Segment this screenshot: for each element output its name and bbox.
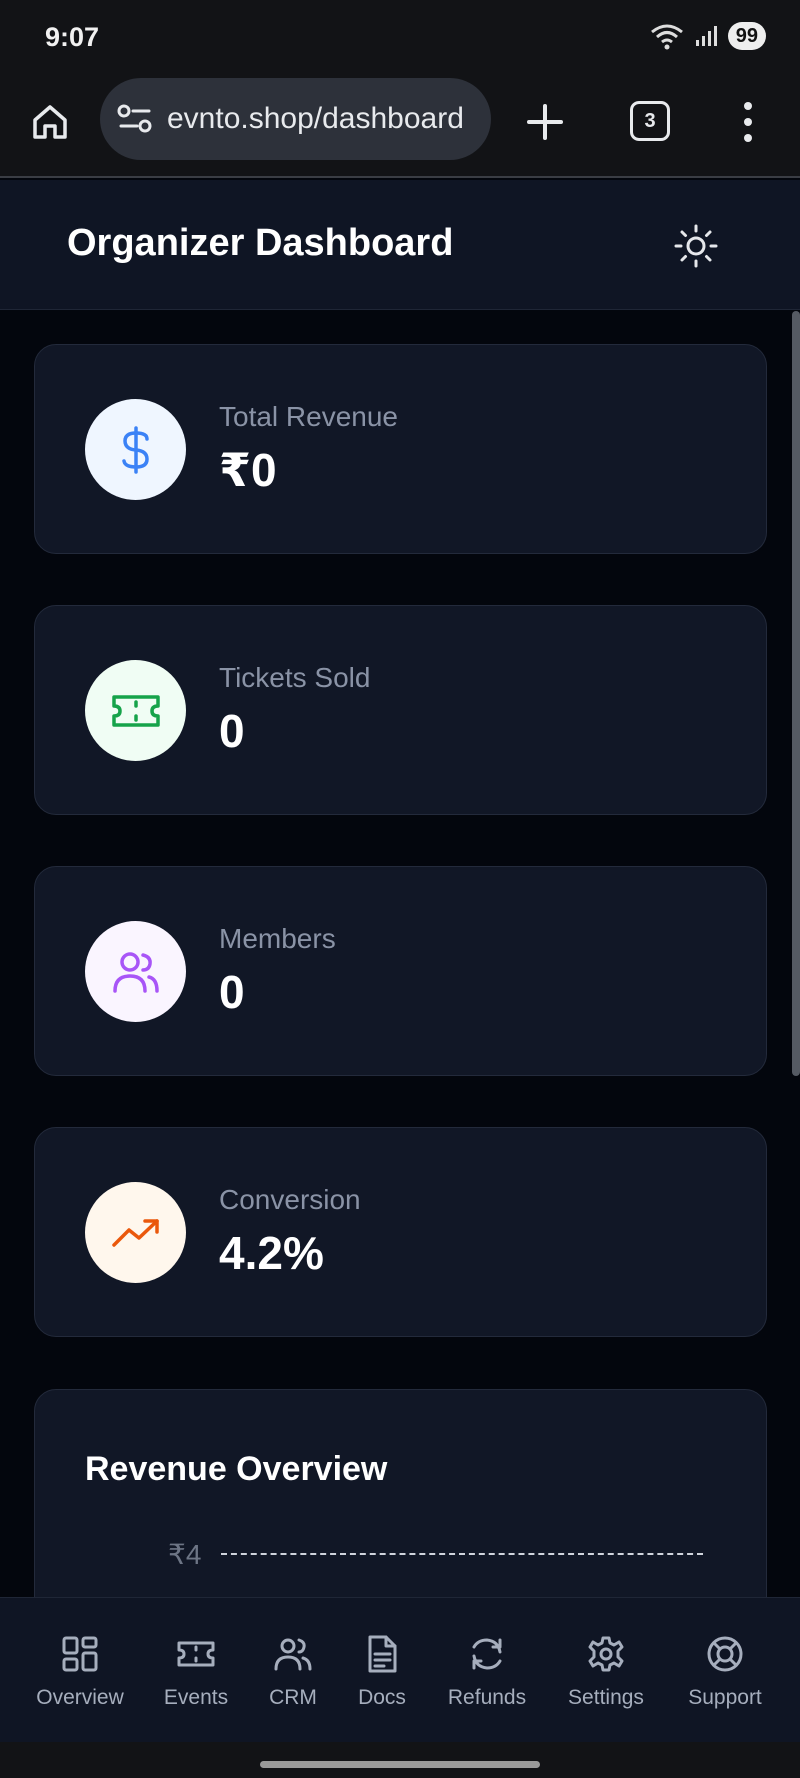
ticket-icon bbox=[177, 1641, 215, 1667]
nav-label: Docs bbox=[358, 1686, 406, 1709]
stat-icon-badge bbox=[85, 1182, 186, 1283]
stat-value: ₹0 bbox=[219, 444, 277, 496]
bottom-navigation: Overview Events CRM Docs Refunds Setting… bbox=[0, 1597, 800, 1742]
nav-item-refunds[interactable]: Refunds bbox=[440, 1598, 534, 1743]
nav-item-crm[interactable]: CRM bbox=[262, 1598, 324, 1743]
nav-label: Support bbox=[688, 1686, 762, 1709]
nav-item-overview[interactable]: Overview bbox=[30, 1598, 130, 1743]
nav-label: Refunds bbox=[447, 1686, 527, 1709]
grid-icon bbox=[62, 1636, 98, 1672]
lifebuoy-icon bbox=[707, 1636, 743, 1672]
site-settings-icon[interactable] bbox=[117, 104, 153, 134]
menu-dot bbox=[744, 102, 752, 110]
stat-icon-badge bbox=[85, 921, 186, 1022]
plus-icon bbox=[527, 104, 563, 140]
browser-menu-button[interactable] bbox=[736, 98, 760, 146]
home-icon bbox=[33, 105, 67, 139]
stat-card-tickets: Tickets Sold 0 bbox=[34, 605, 767, 815]
revenue-overview-card: Revenue Overview ₹4 bbox=[34, 1389, 767, 1597]
stat-card-members: Members 0 bbox=[34, 866, 767, 1076]
status-icons: 99 bbox=[650, 22, 766, 50]
nav-label: Overview bbox=[36, 1686, 124, 1709]
users-icon bbox=[274, 1638, 312, 1671]
menu-dot bbox=[744, 118, 752, 126]
status-time: 9:07 bbox=[45, 22, 100, 52]
status-bar: 9:07 99 bbox=[0, 0, 800, 72]
nav-item-events[interactable]: Events bbox=[150, 1598, 242, 1743]
nav-item-settings[interactable]: Settings bbox=[558, 1598, 654, 1743]
nav-label: CRM bbox=[269, 1686, 317, 1709]
scrollbar[interactable] bbox=[792, 311, 800, 1076]
stat-icon-badge bbox=[85, 660, 186, 761]
battery-badge: 99 bbox=[727, 22, 766, 50]
dollar-icon bbox=[121, 425, 149, 474]
address-bar[interactable]: evnto.shop/dashboard bbox=[100, 78, 491, 160]
stat-card-revenue: Total Revenue ₹0 bbox=[34, 344, 767, 554]
app-header: Organizer Dashboard bbox=[0, 180, 800, 310]
chart-gridline bbox=[221, 1553, 703, 1555]
nav-item-support[interactable]: Support bbox=[680, 1598, 770, 1743]
dashboard-content[interactable]: Total Revenue ₹0 Tickets Sold 0 Members … bbox=[0, 311, 800, 1597]
menu-dot bbox=[744, 134, 752, 142]
home-button[interactable] bbox=[28, 100, 72, 144]
stat-label: Members bbox=[219, 923, 336, 954]
stat-label: Tickets Sold bbox=[219, 662, 371, 693]
ticket-icon bbox=[111, 694, 160, 727]
gear-icon bbox=[588, 1636, 624, 1672]
trending-up-icon bbox=[111, 1218, 159, 1247]
stat-icon-badge bbox=[85, 399, 186, 500]
browser-toolbar: evnto.shop/dashboard 3 bbox=[0, 72, 800, 178]
nav-item-docs[interactable]: Docs bbox=[350, 1598, 414, 1743]
document-icon bbox=[368, 1635, 397, 1673]
home-gesture-handle[interactable] bbox=[260, 1761, 540, 1768]
tab-switcher-button[interactable]: 3 bbox=[630, 101, 670, 141]
chart-y-tick: ₹4 bbox=[168, 1539, 202, 1570]
page-title: Organizer Dashboard bbox=[67, 222, 454, 264]
stat-value: 0 bbox=[219, 966, 245, 1018]
wifi-icon bbox=[650, 24, 683, 50]
stat-value: 4.2% bbox=[219, 1227, 324, 1279]
stat-card-conversion: Conversion 4.2% bbox=[34, 1127, 767, 1337]
nav-label: Settings bbox=[568, 1686, 644, 1709]
url-text[interactable]: evnto.shop/dashboard bbox=[167, 102, 464, 136]
signal-icon bbox=[695, 26, 717, 46]
chart-title: Revenue Overview bbox=[85, 1450, 388, 1488]
new-tab-button[interactable] bbox=[523, 100, 567, 144]
refresh-icon bbox=[472, 1638, 502, 1670]
nav-label: Events bbox=[163, 1686, 229, 1709]
users-icon bbox=[112, 951, 159, 993]
stat-value: 0 bbox=[219, 705, 245, 757]
gesture-bar-area bbox=[0, 1742, 800, 1778]
theme-toggle-button[interactable] bbox=[672, 222, 720, 270]
sun-icon bbox=[674, 224, 718, 268]
stat-label: Conversion bbox=[219, 1184, 361, 1215]
stat-label: Total Revenue bbox=[219, 401, 399, 432]
